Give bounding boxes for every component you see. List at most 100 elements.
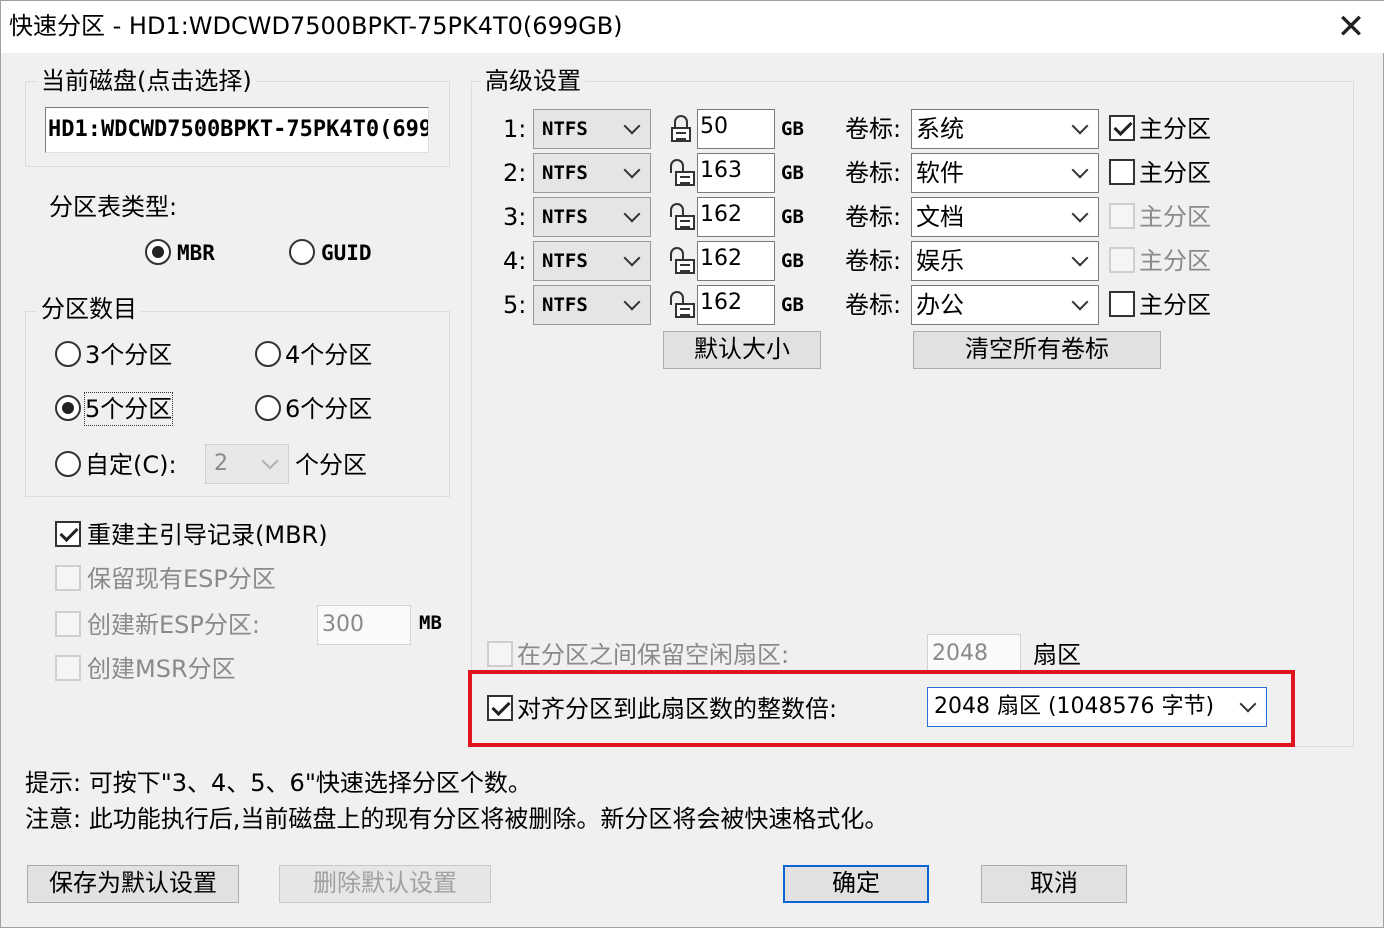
row-4-primary-label: 主分区 [1139,247,1211,275]
4-partitions-radio[interactable] [255,341,281,367]
save-default-button[interactable]: 保存为默认设置 [27,865,239,903]
row-5-unit: GB [781,294,804,316]
reserve-free-sectors-value: 2048 [932,641,988,666]
guid-label: GUID [321,241,372,265]
row-4-index: 4: [503,247,527,275]
row-3-volume-value: 文档 [916,203,964,231]
create-msr-checkbox [55,655,81,681]
ok-button[interactable]: 确定 [783,865,929,903]
row-3-volume-select[interactable]: 文档 [911,197,1099,237]
row-3-size-value: 162 [700,202,742,227]
row-5-index: 5: [503,291,527,319]
chevron-down-icon [623,161,641,179]
lock-icon[interactable] [669,115,693,143]
row-4-size-input[interactable]: 162 [697,241,775,281]
create-esp-checkbox [55,611,81,637]
3-partitions-radio[interactable] [55,341,81,367]
unlock-icon[interactable] [670,247,697,275]
chevron-down-icon [1071,161,1089,179]
row-3-unit: GB [781,206,804,228]
row-4-fs-value: NTFS [542,250,588,272]
6-partitions-label: 6个分区 [285,395,373,423]
create-esp-label: 创建新ESP分区: [87,611,260,639]
row-3-primary-checkbox [1109,203,1135,229]
row-4-primary-checkbox [1109,247,1135,273]
default-size-button[interactable]: 默认大小 [663,331,821,369]
row-5-primary-checkbox[interactable] [1109,291,1135,317]
4-partitions-label: 4个分区 [285,341,373,369]
clear-all-labels-button[interactable]: 清空所有卷标 [913,331,1161,369]
row-1-fs-value: NTFS [542,118,588,140]
current-disk-selector[interactable]: HD1:WDCWD7500BPKT-75PK4T0(699GB) [45,107,429,153]
row-5-fs-select[interactable]: NTFS [533,285,651,325]
row-5-size-value: 162 [700,290,742,315]
current-disk-value: HD1:WDCWD7500BPKT-75PK4T0(699GB) [48,117,428,142]
5-partitions-radio[interactable] [55,395,81,421]
row-1-primary-checkbox[interactable] [1109,115,1135,141]
row-3-size-input[interactable]: 162 [697,197,775,237]
custom-count-radio[interactable] [55,451,81,477]
chevron-down-icon [261,452,279,470]
esp-size-value: 300 [322,612,364,637]
title-bar: 快速分区 - HD1:WDCWD7500BPKT-75PK4T0(699GB) … [1,1,1384,53]
unlock-icon[interactable] [670,203,697,231]
chevron-down-icon [1239,695,1257,713]
row-3-fs-select[interactable]: NTFS [533,197,651,237]
row-2-size-value: 163 [700,158,742,183]
reserve-free-sectors-input: 2048 [927,634,1021,674]
row-5-volume-select[interactable]: 办公 [911,285,1099,325]
row-5-size-input[interactable]: 162 [697,285,775,325]
row-4-volume-select[interactable]: 娱乐 [911,241,1099,281]
reserve-free-sectors-checkbox [487,641,513,667]
row-2-primary-checkbox[interactable] [1109,159,1135,185]
quick-partition-dialog: 快速分区 - HD1:WDCWD7500BPKT-75PK4T0(699GB) … [0,0,1384,928]
partition-table-label: 分区表类型: [49,193,178,221]
reserve-free-sectors-label: 在分区之间保留空闲扇区: [517,641,790,669]
row-2-unit: GB [781,162,804,184]
advanced-settings-label: 高级设置 [481,65,585,97]
row-4-size-value: 162 [700,246,742,271]
unlock-icon[interactable] [670,291,697,319]
row-2-volume-value: 软件 [916,159,964,187]
reserve-free-sectors-unit: 扇区 [1033,641,1081,669]
6-partitions-radio[interactable] [255,395,281,421]
window-title: 快速分区 - HD1:WDCWD7500BPKT-75PK4T0(699GB) [9,12,623,40]
row-1-primary-label: 主分区 [1139,115,1211,143]
cancel-button[interactable]: 取消 [981,865,1127,903]
warning-text: 注意: 此功能执行后,当前磁盘上的现有分区将被删除。新分区将会被快速格式化。 [25,805,889,833]
chevron-down-icon [1071,293,1089,311]
row-1-volume-select[interactable]: 系统 [911,109,1099,149]
row-1-size-value: 50 [700,114,728,139]
3-partitions-label: 3个分区 [85,341,173,369]
tip-text: 提示: 可按下"3、4、5、6"快速选择分区个数。 [25,769,532,797]
align-sectors-value: 2048 扇区 (1048576 字节) [934,694,1215,719]
row-1-volume-label: 卷标: [845,115,902,143]
custom-count-select: 2 [205,444,289,484]
row-1-size-input[interactable]: 50 [697,109,775,149]
row-1-unit: GB [781,118,804,140]
row-3-fs-value: NTFS [542,206,588,228]
row-1-index: 1: [503,115,527,143]
row-2-fs-value: NTFS [542,162,588,184]
align-partitions-checkbox[interactable] [487,695,513,721]
custom-count-suffix: 个分区 [295,451,367,479]
row-5-volume-value: 办公 [916,291,964,319]
row-1-fs-select[interactable]: NTFS [533,109,651,149]
row-4-fs-select[interactable]: NTFS [533,241,651,281]
current-disk-label: 当前磁盘(点击选择) [37,65,256,97]
create-msr-label: 创建MSR分区 [87,655,236,683]
delete-default-button: 删除默认设置 [279,865,491,903]
row-2-volume-select[interactable]: 软件 [911,153,1099,193]
close-icon[interactable]: ✕ [1329,5,1373,49]
align-sectors-select[interactable]: 2048 扇区 (1048576 字节) [927,687,1267,727]
unlock-icon[interactable] [670,159,697,187]
rebuild-mbr-checkbox[interactable] [55,521,81,547]
mbr-radio[interactable] [145,239,171,265]
row-2-fs-select[interactable]: NTFS [533,153,651,193]
row-4-volume-label: 卷标: [845,247,902,275]
row-5-fs-value: NTFS [542,294,588,316]
row-2-size-input[interactable]: 163 [697,153,775,193]
chevron-down-icon [1071,249,1089,267]
row-2-primary-label: 主分区 [1139,159,1211,187]
guid-radio[interactable] [289,239,315,265]
